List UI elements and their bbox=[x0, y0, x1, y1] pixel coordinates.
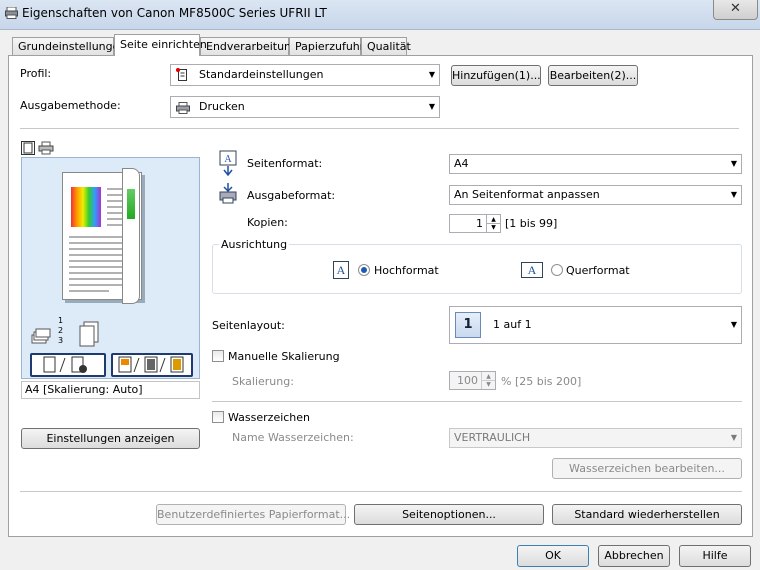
color-mode-button[interactable] bbox=[111, 353, 193, 377]
watermark-dropdown[interactable]: VERTRAULICH ▼ bbox=[449, 428, 742, 448]
help-button[interactable]: Hilfe bbox=[679, 545, 751, 567]
page-size-value: A4 bbox=[454, 157, 469, 170]
manual-scaling-checkbox[interactable] bbox=[212, 350, 224, 362]
edit-watermark-button[interactable]: Wasserzeichen bearbeiten... bbox=[552, 458, 742, 479]
printer-view-icon[interactable] bbox=[38, 141, 54, 155]
tab-papierzufuhr[interactable]: Papierzufuhr bbox=[289, 37, 364, 55]
chevron-down-icon: ▼ bbox=[730, 159, 737, 168]
page-options-button[interactable]: Seitenoptionen... bbox=[354, 504, 544, 525]
layout-badge: 1 bbox=[455, 312, 481, 338]
page-size-label: Seitenformat: bbox=[247, 157, 323, 170]
profile-label: Profil: bbox=[20, 67, 52, 80]
collate-stack-icon bbox=[30, 323, 54, 347]
copies-label: Kopien: bbox=[247, 216, 288, 229]
cancel-button[interactable]: Abbrechen bbox=[598, 545, 670, 567]
profile-value: Standardeinstellungen bbox=[199, 68, 324, 81]
chevron-down-icon: ▼ bbox=[730, 320, 737, 329]
add-profile-button[interactable]: Hinzufügen(1)... bbox=[451, 65, 541, 86]
watermark-value: VERTRAULICH bbox=[454, 431, 531, 444]
chevron-down-icon: ▼ bbox=[730, 433, 737, 442]
output-method-dropdown[interactable]: Drucken ▼ bbox=[170, 96, 440, 118]
tab-grundeinstellungen[interactable]: Grundeinstellungen bbox=[12, 37, 126, 55]
spin-up-icon[interactable]: ▲ bbox=[486, 215, 500, 224]
page-layout-value: 1 auf 1 bbox=[493, 318, 532, 331]
output-method-label: Ausgabemethode: bbox=[20, 99, 121, 112]
page-number-2: 2 bbox=[58, 326, 64, 335]
preview-caption: A4 [Skalierung: Auto] bbox=[21, 381, 200, 399]
page-number-1: 1 bbox=[58, 316, 64, 325]
output-size-label: Ausgabeformat: bbox=[247, 189, 336, 202]
printer-icon bbox=[5, 6, 18, 19]
watermark-checkbox[interactable] bbox=[212, 411, 224, 423]
edit-profile-button[interactable]: Bearbeiten(2)... bbox=[548, 65, 638, 86]
separator bbox=[212, 401, 742, 402]
landscape-label[interactable]: Querformat bbox=[566, 264, 630, 277]
page-layout-label: Seitenlayout: bbox=[212, 319, 285, 332]
profile-dropdown[interactable]: Standardeinstellungen ▼ bbox=[170, 64, 440, 86]
profile-icon bbox=[176, 68, 188, 82]
page-layout-dropdown[interactable]: 1 1 auf 1 ▼ bbox=[449, 306, 742, 344]
orientation-group bbox=[212, 244, 742, 294]
chevron-down-icon: ▼ bbox=[428, 70, 435, 79]
copies-range: [1 bis 99] bbox=[505, 217, 558, 230]
output-size-dropdown[interactable]: An Seitenformat anpassen ▼ bbox=[449, 185, 742, 205]
show-settings-button[interactable]: Einstellungen anzeigen bbox=[21, 428, 200, 449]
title-bar: Eigenschaften von Canon MF8500C Series U… bbox=[0, 0, 760, 30]
output-method-value: Drucken bbox=[199, 100, 245, 113]
page-preview: 1 2 3 bbox=[21, 157, 200, 379]
copies-spinner[interactable]: 1 ▲ ▼ bbox=[449, 214, 501, 233]
separator bbox=[20, 128, 739, 129]
page-view-icon[interactable] bbox=[21, 141, 35, 155]
watermark-name-label: Name Wasserzeichen: bbox=[232, 431, 354, 444]
page-size-icon: A bbox=[219, 150, 237, 177]
preview-image bbox=[71, 187, 101, 227]
page-number-3: 3 bbox=[58, 336, 64, 345]
portrait-icon: A bbox=[333, 261, 349, 279]
landscape-icon: A bbox=[521, 262, 543, 278]
separator bbox=[20, 491, 742, 492]
tab-seite-einrichten[interactable]: Seite einrichten bbox=[114, 34, 207, 56]
restore-defaults-button[interactable]: Standard wiederherstellen bbox=[552, 504, 742, 525]
output-size-icon bbox=[219, 182, 237, 204]
scaling-spinner[interactable]: 100 ▲ ▼ bbox=[449, 371, 496, 390]
spin-down-icon[interactable]: ▼ bbox=[481, 381, 495, 389]
chevron-down-icon: ▼ bbox=[428, 102, 435, 111]
preview-page-curl bbox=[122, 168, 140, 304]
tab-endverarbeitung[interactable]: Endverarbeitung bbox=[200, 37, 298, 55]
copies-stack-icon bbox=[78, 320, 100, 348]
manual-scaling-label[interactable]: Manuelle Skalierung bbox=[228, 350, 340, 363]
portrait-label[interactable]: Hochformat bbox=[374, 264, 439, 277]
ok-button[interactable]: OK bbox=[517, 545, 589, 567]
tab-qualitaet[interactable]: Qualität bbox=[361, 37, 411, 55]
svg-text:A: A bbox=[224, 154, 232, 165]
single-sided-button[interactable] bbox=[30, 353, 106, 377]
copies-value: 1 bbox=[476, 217, 483, 230]
close-button[interactable]: ✕ bbox=[713, 0, 758, 20]
spin-down-icon[interactable]: ▼ bbox=[486, 224, 500, 232]
scaling-label: Skalierung: bbox=[232, 375, 294, 388]
window-title: Eigenschaften von Canon MF8500C Series U… bbox=[22, 6, 327, 20]
page-size-dropdown[interactable]: A4 ▼ bbox=[449, 154, 742, 174]
scaling-value: 100 bbox=[457, 374, 478, 387]
watermark-label[interactable]: Wasserzeichen bbox=[228, 411, 310, 424]
scaling-range: % [25 bis 200] bbox=[501, 375, 582, 388]
orientation-group-label: Ausrichtung bbox=[219, 238, 290, 251]
output-size-value: An Seitenformat anpassen bbox=[454, 188, 600, 201]
spin-up-icon[interactable]: ▲ bbox=[481, 372, 495, 381]
custom-paper-size-button[interactable]: Benutzerdefiniertes Papierformat... bbox=[156, 504, 350, 525]
portrait-radio[interactable] bbox=[358, 264, 370, 276]
printer-icon bbox=[176, 101, 190, 114]
chevron-down-icon: ▼ bbox=[730, 190, 737, 199]
landscape-radio[interactable] bbox=[551, 264, 563, 276]
